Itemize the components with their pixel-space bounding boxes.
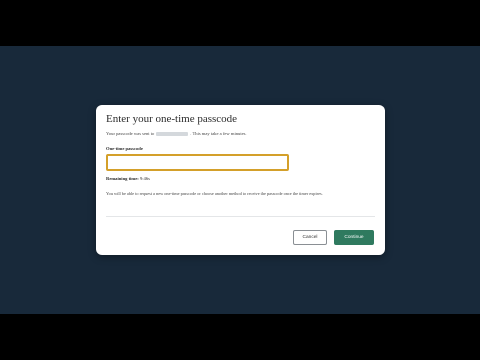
cancel-button[interactable]: Cancel [293, 230, 327, 245]
remaining-time: Remaining time: 9:46s [106, 176, 150, 181]
passcode-input[interactable] [106, 154, 289, 171]
sent-prefix-text: Your passcode was sent to [106, 131, 155, 136]
passcode-sent-message: Your passcode was sent to . This may take… [106, 131, 247, 137]
remaining-time-value: 9:46s [139, 176, 150, 181]
masked-contact [156, 131, 189, 136]
divider [106, 216, 375, 217]
remaining-time-label: Remaining time: [106, 176, 139, 181]
continue-button[interactable]: Continue [334, 230, 374, 245]
timer-info-text: You will be able to request a new one-ti… [106, 191, 323, 196]
passcode-dialog: Enter your one-time passcode Your passco… [96, 105, 385, 255]
page-background: Enter your one-time passcode Your passco… [0, 46, 480, 314]
sent-suffix-text: . This may take a few minutes. [190, 131, 247, 136]
dialog-title: Enter your one-time passcode [106, 113, 238, 125]
passcode-field-label: One-time passcode [106, 146, 143, 151]
